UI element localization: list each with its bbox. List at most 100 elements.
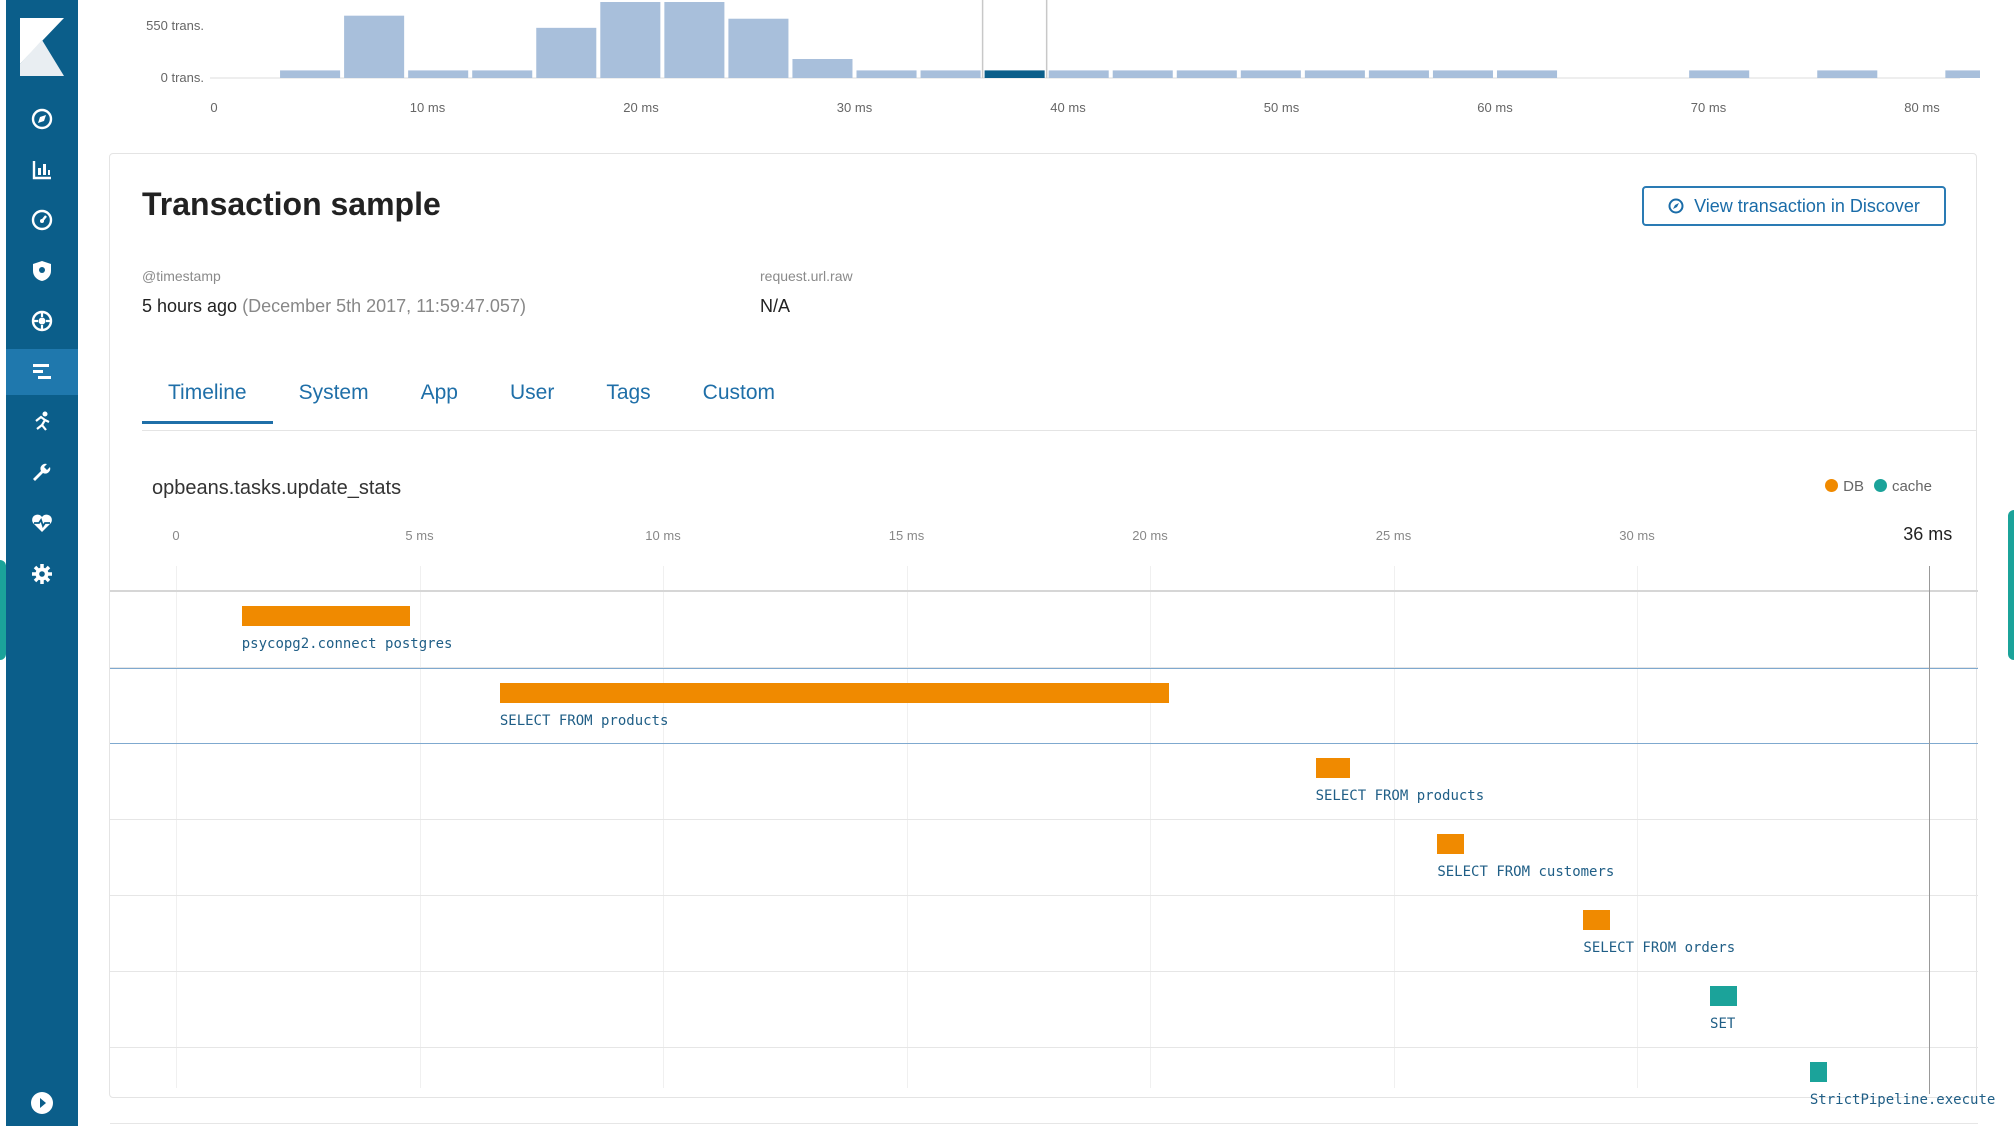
- duration-histogram: 550 trans. 0 trans. 0 10 ms 20 ms 30 ms 40 m…: [100, 0, 1980, 130]
- tab-app[interactable]: App: [395, 369, 484, 424]
- span-name: psycopg2.connect postgres: [241, 636, 453, 652]
- cluster-icon: [31, 310, 53, 332]
- shield-icon: [33, 260, 51, 281]
- span-bar-db[interactable]: [1315, 758, 1350, 778]
- collapse-play-icon: [31, 1092, 53, 1114]
- timeline-tick-label: 10 ms: [645, 528, 681, 543]
- histogram-bar-selected[interactable]: [984, 70, 1045, 78]
- sidebar-item-wrench[interactable]: [6, 450, 78, 496]
- histogram-bar[interactable]: [856, 70, 917, 78]
- timeline-total-duration: 36 ms: [1903, 524, 1953, 544]
- sidebar-item-running[interactable]: [6, 399, 78, 445]
- span-timeline: 0 5 ms 10 ms 15 ms 20 ms 25 ms 30 ms 36 ms psyco…: [110, 514, 1995, 1124]
- histogram-bar[interactable]: [1112, 70, 1173, 78]
- gear-icon: [32, 563, 52, 584]
- sidebar-item-heartbeat[interactable]: [6, 500, 78, 546]
- sidebar-item-shield[interactable]: [6, 248, 78, 294]
- transaction-sample-panel: Transaction sample View transaction in D…: [109, 153, 1995, 1124]
- histogram-x-tick: 40 ms: [1050, 100, 1086, 115]
- histogram-bar[interactable]: [1304, 70, 1365, 78]
- legend-item-db[interactable]: DB: [1825, 478, 1864, 495]
- span-name: SELECT FROM customers: [1437, 864, 1615, 880]
- histogram-bar[interactable]: [1817, 70, 1878, 78]
- tab-user[interactable]: User: [484, 369, 580, 424]
- histogram-bar[interactable]: [472, 70, 533, 78]
- timestamp-relative: 5 hours ago: [142, 296, 238, 316]
- kibana-logo[interactable]: [20, 18, 64, 76]
- histogram-x-tick: 30 ms: [836, 100, 873, 115]
- histogram-x-tick: 20 ms: [623, 100, 659, 115]
- view-in-discover-label: View transaction in Discover: [1694, 195, 1920, 216]
- histogram-bar[interactable]: [792, 59, 853, 78]
- histogram-bar[interactable]: [1240, 70, 1301, 78]
- histogram-bar[interactable]: [600, 2, 661, 78]
- histogram-x-tick: 10 ms: [409, 100, 446, 115]
- sidebar-item-gauge[interactable]: [6, 197, 78, 243]
- histogram-bar[interactable]: [1945, 70, 1980, 78]
- span-row[interactable]: SELECT FROM products: [110, 668, 1978, 744]
- running-icon: [35, 411, 50, 431]
- timestamp-absolute: (December 5th 2017, 11:59:47.057): [242, 296, 526, 316]
- timeline-tick-label: 0: [172, 528, 180, 543]
- sidebar-item-compass[interactable]: [6, 96, 78, 142]
- histogram-bar[interactable]: [1432, 70, 1493, 78]
- url-value: N/A: [760, 296, 791, 316]
- tab-timeline[interactable]: Timeline: [142, 369, 273, 424]
- histogram-bar[interactable]: [728, 18, 789, 78]
- sidebar: [6, 0, 78, 1126]
- bar-chart-icon: [32, 160, 51, 179]
- transaction-name: opbeans.tasks.update_stats: [152, 477, 402, 499]
- compass-icon: [31, 108, 53, 130]
- histogram-bar[interactable]: [408, 70, 469, 78]
- sample-tabs: Timeline System App User Tags Custom: [142, 369, 801, 424]
- span-bar-db[interactable]: [1437, 834, 1465, 854]
- timeline-end-marker: [1929, 566, 1931, 1094]
- gauge-icon: [31, 209, 53, 231]
- span-name: SELECT FROM products: [1315, 788, 1485, 804]
- tab-custom[interactable]: Custom: [677, 369, 801, 424]
- sidebar-item-apm[interactable]: [6, 348, 78, 395]
- histogram-bar[interactable]: [1048, 70, 1109, 78]
- tab-tags[interactable]: Tags: [580, 369, 676, 424]
- wrench-icon: [33, 463, 51, 481]
- histogram-bar[interactable]: [664, 2, 725, 78]
- apm-icon: [33, 363, 51, 379]
- sidebar-item-gear[interactable]: [6, 551, 78, 597]
- tab-system[interactable]: System: [273, 369, 395, 424]
- histogram-bar[interactable]: [1368, 70, 1429, 78]
- span-bar-cache[interactable]: [1710, 986, 1737, 1006]
- histogram-x-tick: 70 ms: [1690, 100, 1727, 115]
- span-row[interactable]: StrictPipeline.execute: [110, 1048, 1995, 1124]
- span-bar-db[interactable]: [241, 606, 410, 626]
- url-label: request.url.raw: [760, 268, 853, 284]
- edge-decoration-right: [2008, 510, 2014, 660]
- histogram-bar[interactable]: [344, 15, 405, 78]
- span-name: SELECT FROM orders: [1583, 940, 1736, 956]
- histogram-bar[interactable]: [920, 70, 981, 78]
- histogram-bar[interactable]: [280, 70, 341, 78]
- span-row[interactable]: SELECT FROM orders: [110, 896, 1978, 972]
- sidebar-item-cluster[interactable]: [6, 298, 78, 344]
- span-row[interactable]: SET: [110, 972, 1978, 1048]
- span-row[interactable]: psycopg2.connect postgres: [110, 592, 1978, 668]
- span-bar-db[interactable]: [499, 683, 1170, 703]
- legend-item-cache[interactable]: cache: [1873, 478, 1932, 495]
- timeline-tick-label: 15 ms: [888, 528, 925, 543]
- histogram-x-tick: 0: [210, 100, 218, 115]
- histogram-bar[interactable]: [1689, 70, 1750, 78]
- histogram-bar[interactable]: [536, 27, 597, 78]
- span-row[interactable]: SELECT FROM customers: [110, 820, 1978, 896]
- span-bar-cache[interactable]: [1809, 1062, 1827, 1082]
- span-bar-db[interactable]: [1583, 910, 1611, 930]
- sidebar-item-bar-chart[interactable]: [6, 147, 78, 193]
- histogram-x-tick: 50 ms: [1263, 100, 1300, 115]
- timestamp-value: 5 hours ago (December 5th 2017, 11:59:47…: [142, 296, 526, 317]
- tabs-divider: [142, 430, 1976, 431]
- span-name: SET: [1710, 1016, 1736, 1032]
- histogram-bar[interactable]: [1176, 70, 1237, 78]
- histogram-bar[interactable]: [1497, 70, 1558, 78]
- span-row[interactable]: SELECT FROM products: [110, 744, 1978, 820]
- view-in-discover-button[interactable]: View transaction in Discover: [1642, 186, 1946, 226]
- db-dot-icon: [1825, 479, 1839, 492]
- collapse-sidebar-button[interactable]: [6, 1080, 78, 1126]
